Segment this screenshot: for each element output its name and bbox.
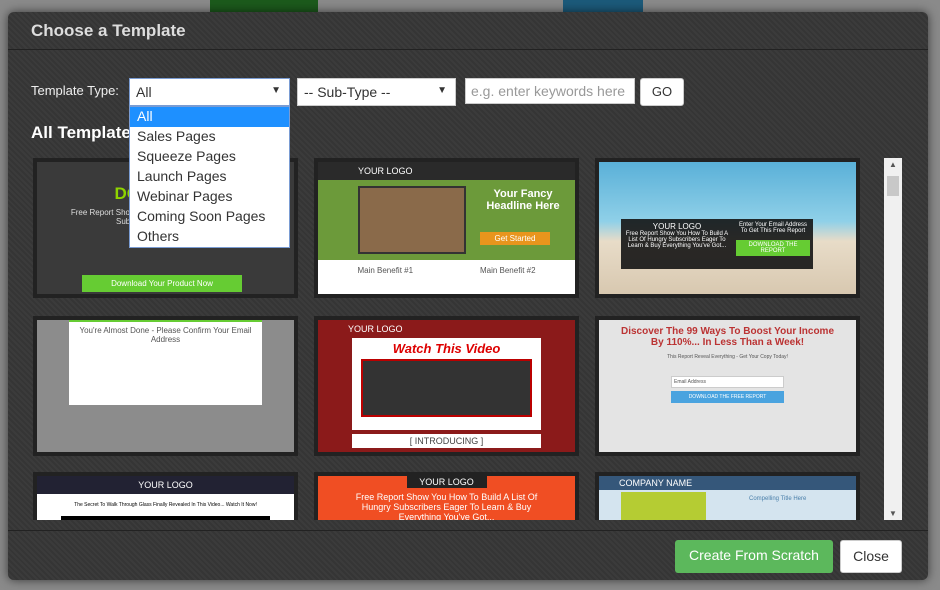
template-headline: Your Fancy Headline Here [486,188,560,212]
selected-type: All [136,84,152,100]
template-cta: Get Started [480,232,550,245]
template-headline: Free Report Show You How To Build A List… [625,231,729,249]
footer-divider [8,530,928,531]
scroll-down-icon[interactable]: ▼ [889,509,897,518]
template-headline: Free Report Show You How To Build A List… [355,492,538,520]
template-card[interactable]: YOUR LOGO Free Report Show You How To Bui… [595,158,860,298]
template-side-text: Enter Your Email Address To Get This Fre… [738,222,808,234]
dialog-title: Choose a Template [8,12,928,50]
keywords-input[interactable]: e.g. enter keywords here [465,78,635,104]
selected-subtype: -- Sub-Type -- [304,84,391,100]
template-sub: [ INTRODUCING ] [352,434,541,448]
video-thumbnail [358,186,466,254]
section-title: All Templates [31,123,141,142]
template-card[interactable]: YOUR LOGO The Secret To Walk Through Gla… [33,472,298,520]
template-card[interactable]: COMPANY NAME Compelling Title Here [595,472,860,520]
template-logo: COMPANY NAME [599,476,856,490]
template-card[interactable]: YOUR LOGO Free Report Show You How To Bu… [314,472,579,520]
create-from-scratch-button[interactable]: Create From Scratch [675,540,833,573]
chevron-down-icon: ▼ [437,85,447,96]
template-type-dropdown: All Sales Pages Squeeze Pages Launch Pag… [129,106,290,248]
template-field: Email Address [671,376,784,388]
subtype-select[interactable]: -- Sub-Type -- ▼ [297,78,456,106]
template-headline: Discover The 99 Ways To Boost Your Incom… [620,326,835,348]
option-launch-pages[interactable]: Launch Pages [130,167,289,187]
template-card[interactable]: Discover The 99 Ways To Boost Your Incom… [595,316,860,456]
template-card[interactable]: YOUR LOGO Watch This Video [ INTRODUCING… [314,316,579,456]
video-thumbnail [361,359,532,417]
template-headline: Watch This Video [392,341,501,356]
template-logo: YOUR LOGO [652,222,702,231]
option-others[interactable]: Others [130,227,289,247]
chevron-down-icon: ▼ [271,85,281,96]
scroll-up-icon[interactable]: ▲ [889,160,897,169]
benefit-2: Main Benefit #2 [479,266,536,275]
option-coming-soon-pages[interactable]: Coming Soon Pages [130,207,289,227]
template-logo: YOUR LOGO [37,476,294,494]
option-all[interactable]: All [130,107,289,127]
template-logo: YOUR LOGO [348,324,403,334]
template-headline: You're Almost Done - Please Confirm Your… [69,320,262,405]
template-cta: DOWNLOAD THE REPORT [736,240,810,256]
template-card[interactable]: You're Almost Done - Please Confirm Your… [33,316,298,456]
template-type-select[interactable]: All ▼ [129,78,290,106]
close-button[interactable]: Close [840,540,902,573]
template-headline: Compelling Title Here [749,496,807,502]
option-sales-pages[interactable]: Sales Pages [130,127,289,147]
template-cta: DOWNLOAD THE FREE REPORT [671,391,784,403]
option-webinar-pages[interactable]: Webinar Pages [130,187,289,207]
template-scrollbar[interactable]: ▲ ▼ [884,158,902,520]
template-headline: The Secret To Walk Through Glass Finally… [74,502,257,508]
go-button[interactable]: GO [640,78,684,106]
choose-template-dialog: Choose a Template Template Type: All ▼ --… [8,12,928,580]
template-logo: YOUR LOGO [318,162,575,180]
scrollbar-thumb[interactable] [887,176,899,196]
template-type-label: Template Type: [31,83,119,98]
template-card[interactable]: YOUR LOGO Your Fancy Headline Here Get S… [314,158,579,298]
template-cta: Download Your Product Now [82,275,242,292]
benefit-1: Main Benefit #1 [357,266,414,275]
template-overlay: YOUR LOGO Free Report Show You How To Bui… [621,219,733,269]
option-squeeze-pages[interactable]: Squeeze Pages [130,147,289,167]
template-sub: This Report Reveal Everything - Get Your… [667,354,788,360]
template-logo: YOUR LOGO [406,476,487,488]
